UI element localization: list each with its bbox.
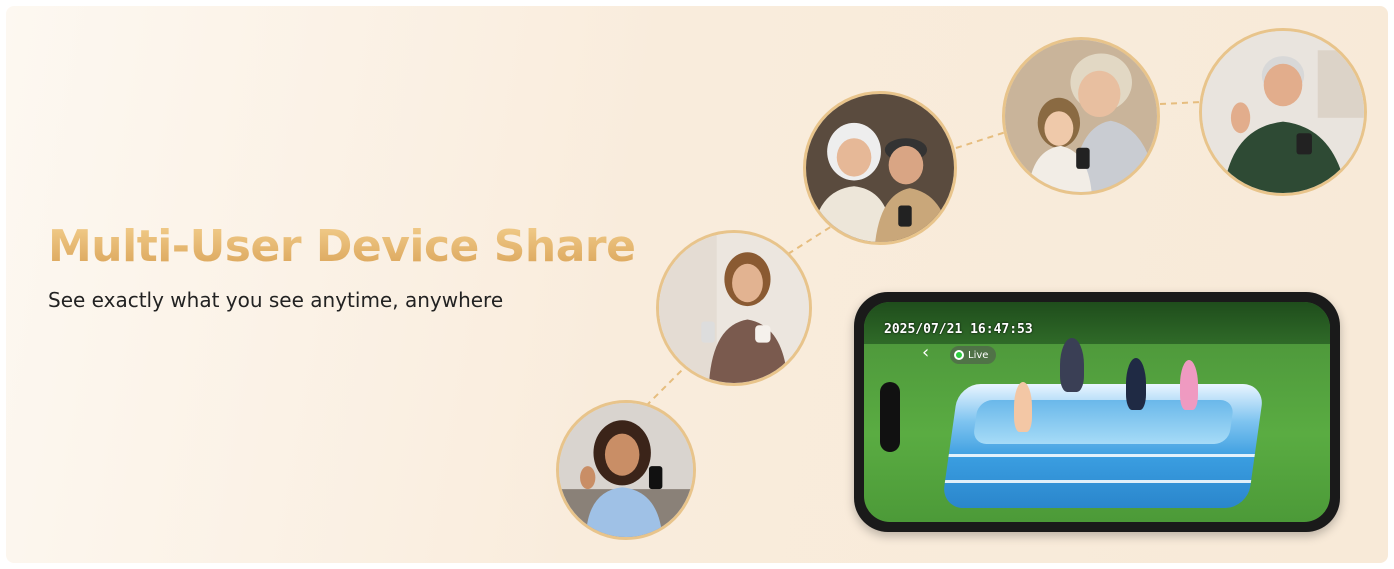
person-photo-icon: [659, 233, 809, 383]
person-photo-icon: [1202, 31, 1364, 193]
avatar-user-3: [803, 91, 957, 245]
person-photo-icon: [1005, 40, 1157, 192]
dynamic-island: [880, 382, 900, 452]
avatar-user-4: [1002, 37, 1160, 195]
person-photo-icon: [559, 403, 693, 537]
inflatable-pool: [941, 384, 1265, 508]
live-badge: Live: [950, 346, 997, 364]
person-photo-icon: [806, 94, 954, 242]
avatar-user-2: [656, 230, 812, 386]
headline: Multi-User Device Share: [48, 221, 636, 272]
avatar-user-5: [1199, 28, 1367, 196]
chevron-left-icon[interactable]: ‹: [922, 342, 929, 363]
phone-mockup: 2025/07/21 16:47:53 ‹ Live: [854, 292, 1340, 532]
camera-live-view: 2025/07/21 16:47:53 ‹ Live: [864, 302, 1330, 522]
avatar-user-1: [556, 400, 696, 540]
banner: Multi-User Device Share See exactly what…: [6, 6, 1388, 563]
person-figure: [1014, 382, 1032, 432]
person-figure: [1180, 360, 1198, 410]
live-label: Live: [968, 349, 989, 361]
live-dot-icon: [954, 350, 964, 360]
person-figure: [1126, 358, 1146, 410]
timestamp-overlay: 2025/07/21 16:47:53: [884, 322, 1033, 337]
person-figure: [1060, 338, 1084, 392]
subheadline: See exactly what you see anytime, anywhe…: [48, 288, 504, 312]
